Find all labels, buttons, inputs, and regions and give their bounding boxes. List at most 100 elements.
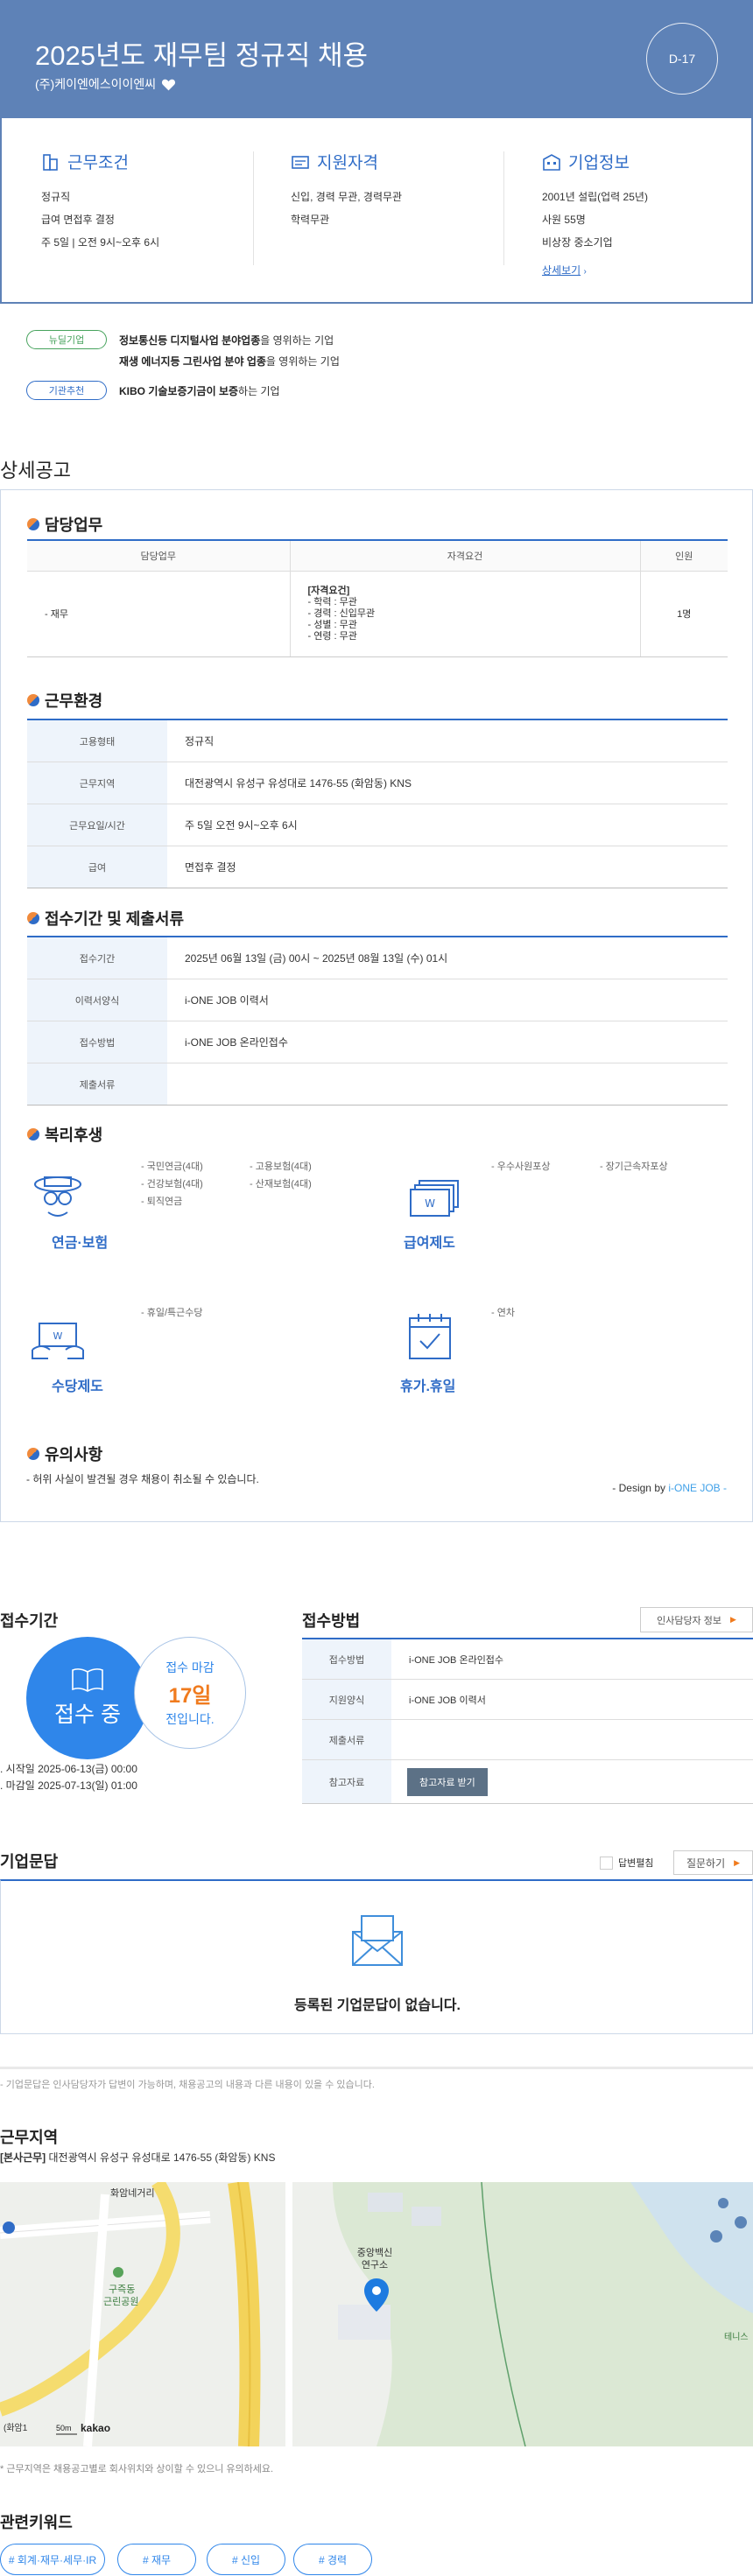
welfare-name: 급여제도 bbox=[404, 1236, 455, 1251]
office-icon bbox=[543, 153, 560, 171]
map-scale: 50m bbox=[56, 2424, 72, 2432]
keyword-tag[interactable]: # 재무 bbox=[117, 2544, 196, 2575]
ask-question-button[interactable]: 질문하기 ▶ bbox=[673, 1850, 753, 1875]
welfare-name: 수당제도 bbox=[52, 1379, 103, 1394]
arrow-right-icon: ▶ bbox=[734, 1857, 741, 1867]
qualification-column: 지원자격 신입, 경력 무관, 경력무관 학력무관 bbox=[291, 150, 518, 231]
bullet-dot-icon bbox=[27, 694, 39, 706]
company-column: 기업정보 2001년 설립(업력 25년) 사원 55명 비상장 중소기업 상세… bbox=[542, 150, 753, 284]
svg-text:W: W bbox=[53, 1330, 63, 1342]
welfare-heading: 복리후생 bbox=[27, 1123, 102, 1146]
table-row: 급여 면접후 결정 bbox=[27, 846, 728, 888]
table-row: 고용형태 정규직 bbox=[27, 720, 728, 762]
table-row: 이력서양식 i-ONE JOB 이력서 bbox=[27, 979, 728, 1021]
conditions-line: 정규직 bbox=[41, 191, 71, 203]
hr-info-button[interactable]: 인사담당자 정보 ▶ bbox=[640, 1607, 753, 1632]
table-row: 제출서류 bbox=[302, 1720, 753, 1760]
calendar-icon bbox=[409, 1314, 451, 1359]
page: 2025년도 재무팀 정규직 채용 (주)케이엔에스이이엔씨 D-17 근무조건… bbox=[0, 0, 753, 2576]
job-title: 2025년도 재무팀 정규직 채용 bbox=[35, 40, 369, 71]
duty-table: 담당업무 자격요건 인원 - 재무 [자격요건] - 학력 : 무관 - 경력 … bbox=[27, 541, 728, 657]
dday-badge: D-17 bbox=[646, 23, 718, 95]
days-left: 17일 bbox=[168, 1683, 212, 1708]
table-row: 지원양식 i-ONE JOB 이력서 bbox=[302, 1680, 753, 1720]
svg-text:W: W bbox=[425, 1197, 435, 1210]
apply-status: 접수 중 bbox=[54, 1702, 121, 1727]
salary-icon: W bbox=[410, 1180, 459, 1217]
location-address: [본사근무] 대전광역시 유성구 유성대로 1476-55 (화암동) KNS bbox=[0, 2151, 276, 2164]
caution-heading: 유의사항 bbox=[27, 1442, 102, 1465]
table-row: 근무지역 대전광역시 유성구 유성대로 1476-55 (화암동) KNS bbox=[27, 762, 728, 804]
table-row: 접수기간 2025년 06월 13일 (금) 00시 ~ 2025년 08월 13… bbox=[27, 937, 728, 979]
map-label: 테니스 bbox=[724, 2333, 749, 2342]
keywords-title: 관련키워드 bbox=[0, 2514, 73, 2531]
apply-method-title: 접수방법 bbox=[302, 1612, 361, 1630]
qualification-line: 신입, 경력 무관, 경력무관 bbox=[291, 191, 403, 203]
map[interactable]: 화암네거리 구즉동 근린공원 중앙백신 연구소 테니스 (화암1 50m kak… bbox=[0, 2182, 753, 2446]
duty-requirements: [자격요건] - 학력 : 무관 - 경력 : 신입무관 - 성별 : 무관 -… bbox=[290, 571, 641, 657]
badge-row-newdeal: 뉴딜기업 정보통신등 디지털사업 분야업종을 영위하는 기업 재생 에너지등 그… bbox=[26, 330, 340, 372]
expand-answers-toggle[interactable]: 답변펼침 bbox=[600, 1856, 653, 1870]
bullet-dot-icon bbox=[27, 1448, 39, 1460]
company-line: 비상장 중소기업 bbox=[542, 236, 613, 249]
keyword-tag[interactable]: # 회계·재무·세무·IR bbox=[0, 2544, 105, 2575]
conditions-line: 주 5일 | 오전 9시~오후 6시 bbox=[41, 236, 160, 249]
badge-row-agency: 기관추천 KIBO 기술보증기금이 보증하는 기업 bbox=[26, 381, 280, 402]
design-credit: - Design by i-ONE JOB - bbox=[612, 1482, 727, 1494]
welfare-vacation: 휴가.휴일 - 연차 bbox=[400, 1308, 515, 1394]
map-brand: kakao bbox=[81, 2422, 111, 2434]
company-name[interactable]: (주)케이엔에스이이엔씨 bbox=[35, 75, 156, 93]
duty-col-header: 자격요건 bbox=[290, 541, 641, 572]
chevron-right-icon: › bbox=[583, 267, 587, 277]
welfare-allowance: W 수당제도 - 휴일/특근수당 bbox=[1, 1304, 351, 1444]
table-row: 참고자료 참고자료 받기 bbox=[302, 1760, 753, 1804]
reference-download-button[interactable]: 참고자료 받기 bbox=[407, 1767, 488, 1796]
allowance-icon: W bbox=[32, 1323, 84, 1359]
table-row: 접수방법 i-ONE JOB 온라인접수 bbox=[302, 1639, 753, 1680]
apply-status-circle: 접수 중 bbox=[26, 1637, 149, 1759]
table-row: 근무요일/시간 주 5일 오전 9시~오후 6시 bbox=[27, 804, 728, 846]
location-title: 근무지역 bbox=[0, 2129, 59, 2146]
apply-method-table: 접수방법 i-ONE JOB 온라인접수 지원양식 i-ONE JOB 이력서 제출… bbox=[302, 1638, 753, 1804]
apply-period-title: 접수기간 bbox=[0, 1612, 59, 1630]
apply-dates: . 시작일 2025-06-13(금) 00:00 . 마감일 2025-07-… bbox=[0, 1763, 137, 1792]
keyword-tag[interactable]: # 경력 bbox=[293, 2544, 372, 2575]
location-note: * 근무지역은 채용공고별로 회사위치와 상이할 수 있으니 유의하세요. bbox=[0, 2464, 274, 2474]
heart-icon[interactable] bbox=[161, 78, 176, 91]
arrow-right-icon: ▶ bbox=[729, 1615, 736, 1624]
map-label: (화암1 bbox=[4, 2424, 28, 2433]
map-canvas[interactable] bbox=[0, 2182, 753, 2446]
conditions-column: 근무조건 정규직 급여 면접후 결정 주 5일 | 오전 9시~오후 6시 bbox=[41, 150, 269, 254]
badge-newdeal: 뉴딜기업 bbox=[26, 330, 107, 349]
keyword-tag[interactable]: # 신입 bbox=[207, 2544, 285, 2575]
env-heading: 근무환경 bbox=[27, 689, 102, 712]
qna-empty-message: 등록된 기업문답이 없습니다. bbox=[294, 1998, 461, 2013]
qualification-heading: 지원자격 bbox=[291, 150, 518, 173]
company-detail-link[interactable]: 상세보기 bbox=[542, 264, 581, 277]
welfare-pension: 연금·보험 - 국민연금(4대) - 건강보험(4대) - 퇴직연금 - 고용보험(… bbox=[1, 1158, 351, 1298]
duty-count: 1명 bbox=[640, 571, 728, 657]
table-row: 제출서류 bbox=[27, 1063, 728, 1106]
map-label: 연구소 bbox=[361, 2260, 389, 2271]
qna-title: 기업문답 bbox=[0, 1853, 59, 1871]
bullet-dot-icon bbox=[27, 1128, 39, 1141]
book-icon bbox=[72, 1668, 103, 1692]
building-icon bbox=[43, 153, 58, 171]
bullet-dot-icon bbox=[27, 518, 39, 530]
summary-panel: 근무조건 정규직 급여 면접후 결정 주 5일 | 오전 9시~오후 6시 지원… bbox=[0, 118, 753, 304]
company-heading: 기업정보 bbox=[542, 150, 753, 173]
company-line: 2001년 설립(업력 25년) bbox=[542, 191, 648, 203]
duty-task: - 재무 bbox=[27, 571, 291, 657]
checkbox[interactable] bbox=[600, 1856, 613, 1870]
detail-panel: 담당업무 담당업무 자격요건 인원 - 재무 [자격요건] - 학력 : 무관 … bbox=[0, 489, 753, 1522]
mail-icon bbox=[352, 1915, 403, 1966]
job-header: 2025년도 재무팀 정규직 채용 (주)케이엔에스이이엔씨 D-17 bbox=[0, 0, 753, 118]
deadline-circle: 접수 마감 17일 전입니다. bbox=[134, 1637, 246, 1749]
table-row: - 재무 [자격요건] - 학력 : 무관 - 경력 : 신입무관 - 성별 :… bbox=[27, 571, 728, 657]
badge-agency: 기관추천 bbox=[26, 381, 107, 400]
qna-note: - 기업문답은 인사담당자가 답변이 가능하며, 채용공고의 내용과 다른 내용… bbox=[0, 2080, 375, 2090]
env-table: 고용형태 정규직 근무지역 대전광역시 유성구 유성대로 1476-55 (화암동)… bbox=[27, 720, 728, 888]
table-row: 접수방법 i-ONE JOB 온라인접수 bbox=[27, 1021, 728, 1063]
divider bbox=[503, 151, 504, 265]
map-label: 근린공원 bbox=[103, 2297, 139, 2307]
